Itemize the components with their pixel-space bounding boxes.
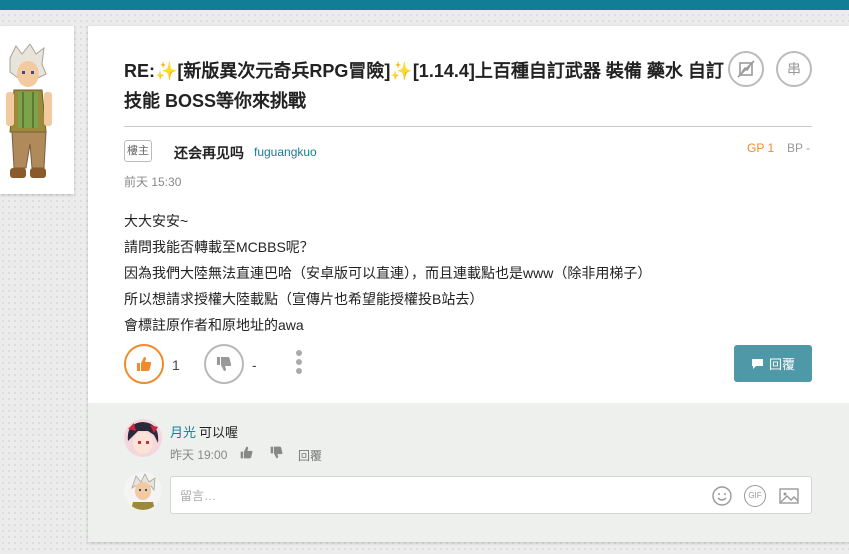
comment-timestamp: 昨天 19:00 <box>170 448 228 462</box>
comment-reply-link[interactable]: 回覆 <box>298 447 322 464</box>
thumbs-up-icon <box>137 357 152 371</box>
comments-section: 月光 可以喔 昨天 19:00 回覆 留言… GIF <box>88 403 849 542</box>
content-line: 請問我能否轉載至MCBBS呢？ <box>124 239 314 255</box>
avatar-image <box>124 419 162 457</box>
comment-input-placeholder: 留言… <box>180 489 217 503</box>
author-avatar-card[interactable] <box>0 26 74 194</box>
comment-text: 可以喔 <box>199 425 239 440</box>
more-options-button[interactable] <box>295 350 303 378</box>
image-upload-icon[interactable] <box>778 485 800 507</box>
gp-count[interactable]: GP 1 <box>747 141 774 155</box>
post-title: RE:✨[新版異次元奇兵RPG冒險]✨[1.14.4]上百種自訂武器 裝備 藥水… <box>124 61 724 111</box>
comment-like-button[interactable] <box>239 445 254 465</box>
like-button[interactable] <box>124 344 164 384</box>
emoji-icon[interactable] <box>711 485 733 507</box>
content-line: 大大安安~ <box>124 213 189 229</box>
post-content: 大大安安~ 請問我能否轉載至MCBBS呢？ 因為我們大陸無法直連巴哈（安卓版可以… <box>124 208 651 338</box>
speech-bubble-icon <box>751 358 763 369</box>
current-user-avatar[interactable] <box>124 472 162 510</box>
dislike-count: - <box>252 357 257 373</box>
author-name-link[interactable]: 还会再见吗 <box>174 143 244 163</box>
reply-button-label: 回覆 <box>768 357 795 372</box>
dot <box>296 368 302 374</box>
no-image-toggle-button[interactable] <box>728 51 764 87</box>
commenter-avatar[interactable] <box>124 419 162 457</box>
commenter-name-link[interactable]: 月光 <box>170 422 196 441</box>
gif-label: GIF <box>748 491 762 500</box>
author-account-link[interactable]: fuguangkuo <box>254 145 317 159</box>
op-badge: 樓主 <box>124 140 152 162</box>
dot <box>296 359 302 365</box>
title-divider <box>124 126 812 127</box>
dislike-button[interactable] <box>204 344 244 384</box>
content-line: 會標註原作者和原地址的awa <box>124 317 304 333</box>
like-count: 1 <box>172 357 180 373</box>
content-line: 所以想請求授權大陸載點（宣傳片也希望能授權投B站去） <box>124 291 484 307</box>
post-timestamp: 前天 15:30 <box>124 175 182 189</box>
comment-dislike-button[interactable] <box>269 445 284 465</box>
avatar-image <box>131 473 156 510</box>
dot <box>296 350 302 356</box>
gif-button[interactable]: GIF <box>744 485 766 507</box>
bp-count[interactable]: BP - <box>787 141 810 155</box>
serial-view-button[interactable]: 串 <box>776 51 812 87</box>
thumbs-up-icon <box>240 446 253 459</box>
post-card: RE:✨[新版異次元奇兵RPG冒險]✨[1.14.4]上百種自訂武器 裝備 藥水… <box>88 26 849 542</box>
serial-label: 串 <box>787 61 801 77</box>
character-sprite <box>6 44 52 178</box>
content-line: 因為我們大陸無法直連巴哈（安卓版可以直連），而且連載點也是www（除非用梯子） <box>124 265 652 281</box>
thumbs-down-icon <box>217 357 232 371</box>
thumbs-down-icon <box>270 446 283 459</box>
comment-input[interactable]: 留言… GIF <box>170 476 812 514</box>
reply-button[interactable]: 回覆 <box>734 345 812 382</box>
top-bar <box>0 0 849 10</box>
no-image-icon <box>737 60 755 78</box>
